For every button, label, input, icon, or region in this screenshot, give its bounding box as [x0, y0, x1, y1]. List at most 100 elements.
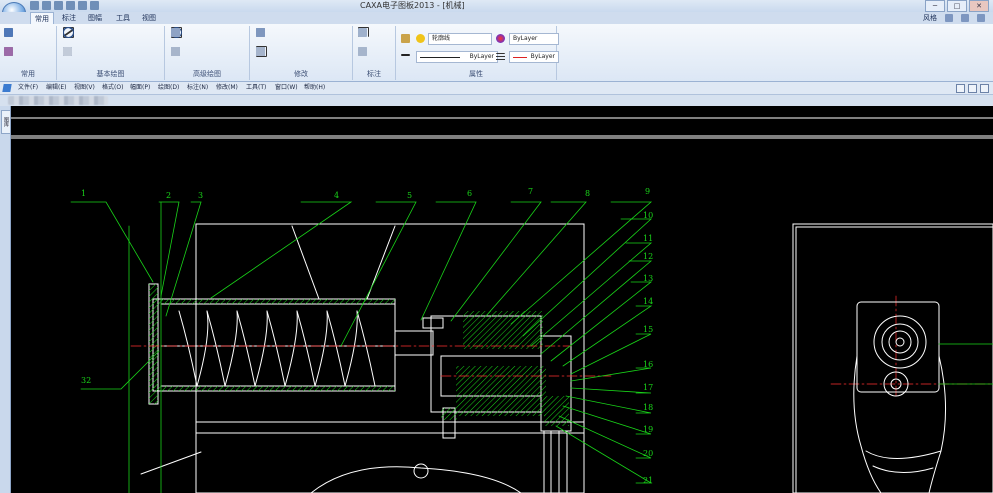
save-icon[interactable]	[54, 1, 63, 10]
image-icon[interactable]	[63, 46, 72, 56]
color-select[interactable]: ByLayer	[509, 33, 559, 45]
new-file-icon[interactable]	[30, 1, 39, 10]
menu-window[interactable]: 窗口(W)	[275, 82, 298, 94]
gear-icon[interactable]	[171, 27, 180, 37]
style-label[interactable]: 风格	[923, 12, 937, 24]
tab-tools[interactable]: 工具	[112, 12, 134, 24]
ribbon-panel: 常用 A 基本绘图	[0, 24, 993, 82]
group-advanced-draw: 高级绘图	[165, 26, 250, 80]
ribbon-tab-bar: 常用 标注 图幅 工具 视图 风格	[0, 12, 993, 24]
tab-dimension[interactable]: 标注	[58, 12, 80, 24]
group-label: 常用	[21, 70, 35, 78]
window-title: CAXA电子图板2013 - [机械]	[360, 1, 465, 10]
stretch-icon[interactable]	[256, 46, 265, 56]
drawing-canvas[interactable]: 1 2 3 4 5 6 7 8 9 10 11 12 13 14 15 16 1…	[11, 106, 993, 493]
menu-sheet[interactable]: 幅面(P)	[130, 82, 150, 94]
group-annotation: 标注	[353, 26, 396, 80]
menu-view[interactable]: 视图(V)	[74, 82, 95, 94]
balloon-6: 6	[467, 189, 472, 198]
roughness-icon[interactable]	[358, 46, 367, 56]
menu-edit[interactable]: 编辑(E)	[46, 82, 66, 94]
wave-line-icon[interactable]	[171, 46, 180, 56]
balloon-3: 3	[198, 191, 203, 200]
balloon-17: 17	[643, 383, 653, 392]
balloon-14: 14	[643, 297, 653, 306]
balloon-4: 4	[334, 191, 339, 200]
layer-icon[interactable]	[401, 34, 410, 43]
menu-dimension[interactable]: 标注(N)	[187, 82, 208, 94]
array-icon[interactable]	[256, 27, 265, 37]
balloon-21: 21	[643, 476, 653, 485]
balloon-11: 11	[643, 234, 653, 243]
options-icon[interactable]	[977, 14, 985, 22]
group-label: 标注	[367, 70, 381, 78]
menu-bar: 文件(F) 编辑(E) 视图(V) 格式(O) 幅面(P) 绘图(D) 标注(N…	[0, 82, 993, 95]
front-view	[140, 223, 585, 493]
group-properties: 轮廓线 ByLayer ByLayer ByLayer 属性	[396, 26, 559, 80]
group-modify: 修改	[250, 26, 353, 80]
group-label: 基本绘图	[96, 70, 125, 78]
drawing-svg: 1 2 3 4 5 6 7 8 9 10 11 12 13 14 15 16 1…	[11, 117, 993, 493]
balloon-8: 8	[585, 189, 590, 198]
caxa-window: CAXA电子图板2013 - [机械] ─ □ ✕ 常用 标注 图幅 工具 视图…	[0, 0, 993, 493]
tolerance-icon[interactable]	[358, 27, 367, 37]
spline-icon[interactable]	[63, 26, 74, 38]
linewidth-select[interactable]: ByLayer	[509, 51, 559, 63]
doc-restore-button[interactable]	[968, 84, 977, 93]
color-palette-icon[interactable]	[496, 34, 505, 43]
balloon-5: 5	[407, 191, 412, 200]
menu-modify[interactable]: 修改(M)	[216, 82, 238, 94]
close-button[interactable]: ✕	[969, 0, 989, 12]
balloon-12: 12	[643, 252, 653, 261]
group-common: 常用	[0, 26, 57, 80]
doc-minimize-button[interactable]	[956, 84, 965, 93]
library-tab[interactable]: 图库	[1, 110, 11, 134]
document-tab[interactable]	[8, 96, 108, 105]
balloon-19: 19	[643, 425, 653, 434]
document-tab-strip	[0, 95, 993, 106]
minimize-button[interactable]: ─	[925, 0, 945, 12]
menu-draw[interactable]: 绘图(D)	[158, 82, 179, 94]
help-icon[interactable]	[961, 14, 969, 22]
balloon-16: 16	[643, 360, 653, 369]
match-icon[interactable]	[4, 46, 13, 56]
menu-format[interactable]: 格式(O)	[102, 82, 123, 94]
tab-common[interactable]: 常用	[30, 12, 54, 24]
line-weight-icon[interactable]	[401, 54, 410, 56]
side-view-leaders	[938, 343, 993, 385]
menu-file[interactable]: 文件(F)	[18, 82, 38, 94]
light-bulb-icon[interactable]	[416, 34, 425, 43]
layer-select[interactable]: 轮廓线	[428, 33, 492, 45]
maximize-button[interactable]: □	[947, 0, 967, 12]
centerlines	[130, 295, 993, 397]
print-icon[interactable]	[66, 1, 75, 10]
linetype-select[interactable]: ByLayer	[416, 51, 498, 63]
open-file-icon[interactable]	[42, 1, 51, 10]
group-basic-draw: A 基本绘图	[57, 26, 165, 80]
quick-access-toolbar	[30, 1, 99, 10]
redo-icon[interactable]	[90, 1, 99, 10]
balloon-20: 20	[643, 449, 653, 458]
side-panel: 图库	[0, 106, 11, 493]
doc-close-button[interactable]	[980, 84, 989, 93]
save-icon[interactable]	[4, 27, 13, 37]
group-label: 修改	[294, 70, 308, 78]
sheet-frame	[11, 117, 993, 139]
title-bar: CAXA电子图板2013 - [机械] ─ □ ✕	[0, 0, 993, 12]
balloon-18: 18	[643, 403, 653, 412]
tab-sheet[interactable]: 图幅	[84, 12, 106, 24]
dropdown-icon[interactable]	[945, 14, 953, 22]
tab-view[interactable]: 视图	[138, 12, 160, 24]
balloon-1: 1	[81, 189, 86, 198]
balloon-15: 15	[643, 325, 653, 334]
balloon-7: 7	[528, 187, 533, 196]
balloon-13: 13	[643, 274, 653, 283]
balloon-10: 10	[643, 211, 653, 220]
undo-icon[interactable]	[78, 1, 87, 10]
menu-help[interactable]: 帮助(H)	[304, 82, 325, 94]
balloon-2: 2	[166, 191, 171, 200]
menu-app-icon[interactable]	[2, 84, 12, 92]
linewidth-icon[interactable]	[496, 53, 505, 62]
menu-tools[interactable]: 工具(T)	[246, 82, 266, 94]
section-hatch	[149, 284, 569, 426]
